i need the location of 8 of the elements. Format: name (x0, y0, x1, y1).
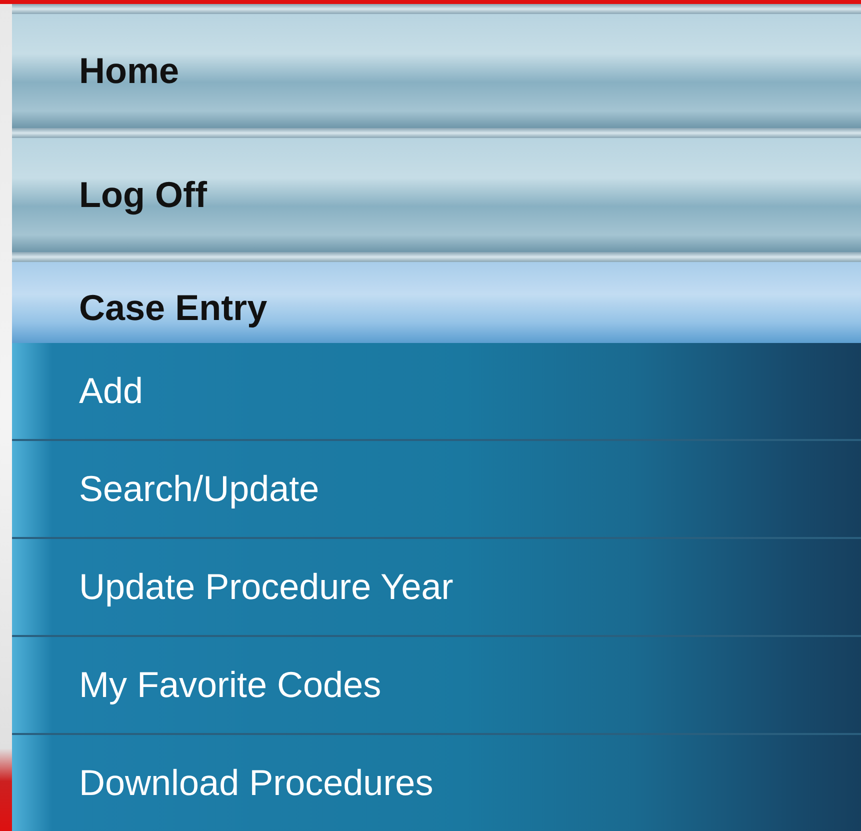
submenu-item[interactable]: My Favorite Codes (12, 637, 861, 735)
menu-button[interactable]: Log Off (12, 138, 861, 252)
submenu-item[interactable]: Search/Update (12, 441, 861, 539)
submenu-item[interactable]: Download Procedures (12, 735, 861, 831)
submenu-item[interactable]: Add (12, 343, 861, 441)
menu-button[interactable]: Home (12, 14, 861, 128)
section-header[interactable]: Case Entry (12, 262, 861, 343)
submenu-item[interactable]: Update Procedure Year (12, 539, 861, 637)
